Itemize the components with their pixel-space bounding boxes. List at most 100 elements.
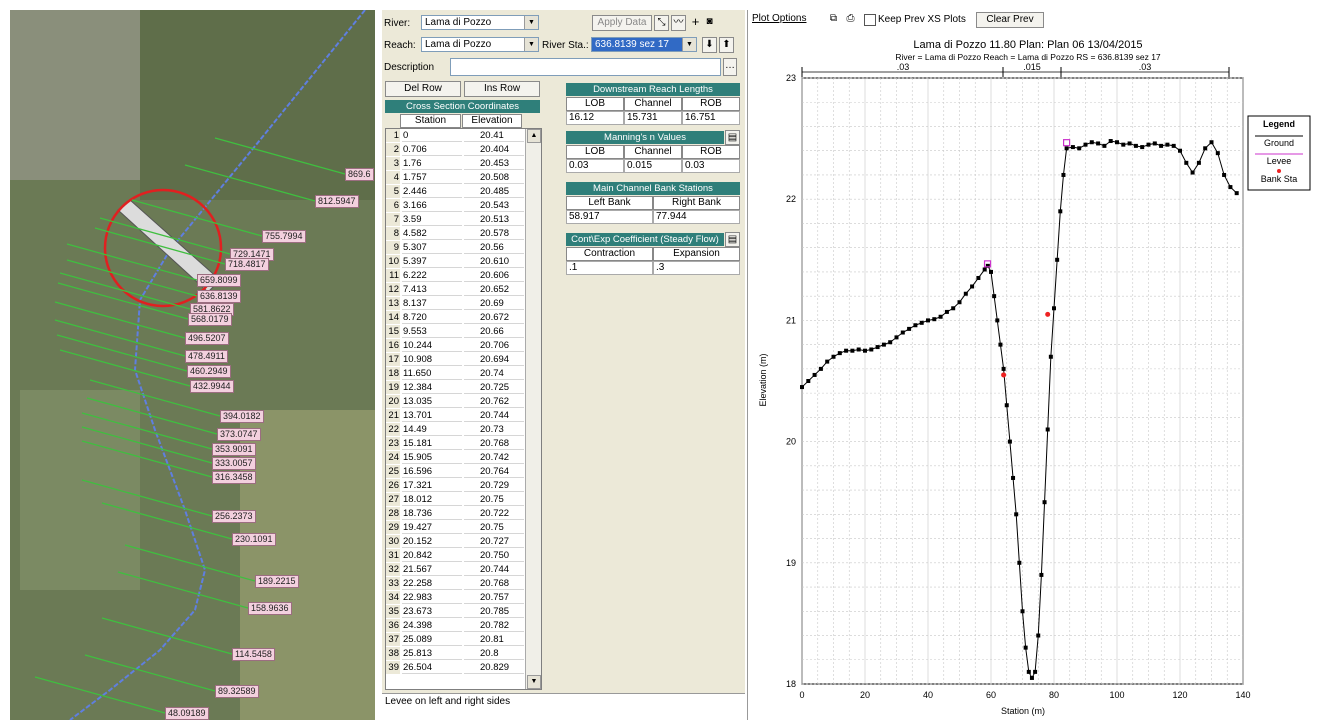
table-row[interactable]: 1 0 20.41 xyxy=(386,129,541,142)
station-cell[interactable]: 20.842 xyxy=(402,549,462,562)
station-cell[interactable]: 0 xyxy=(402,129,462,142)
elevation-cell[interactable]: 20.69 xyxy=(464,297,524,310)
elevation-cell[interactable]: 20.543 xyxy=(464,199,524,212)
station-cell[interactable]: 10.244 xyxy=(402,339,462,352)
elevation-cell[interactable]: 20.706 xyxy=(464,339,524,352)
table-row[interactable]: 30 20.152 20.727 xyxy=(386,535,541,548)
manning-options-icon[interactable]: ▤ xyxy=(725,130,740,145)
station-cell[interactable]: 21.567 xyxy=(402,563,462,576)
apply-data-button[interactable]: Apply Data xyxy=(592,15,652,31)
table-row[interactable]: 4 1.757 20.508 xyxy=(386,171,541,184)
station-cell[interactable]: 24.398 xyxy=(402,619,462,632)
station-cell[interactable]: 20.152 xyxy=(402,535,462,548)
elevation-cell[interactable]: 20.75 xyxy=(464,521,524,534)
map-station-label[interactable]: 755.7994 xyxy=(262,230,306,243)
elevation-cell[interactable]: 20.785 xyxy=(464,605,524,618)
table-row[interactable]: 39 26.504 20.829 xyxy=(386,661,541,674)
station-cell[interactable]: 4.582 xyxy=(402,227,462,240)
station-cell[interactable]: 15.905 xyxy=(402,451,462,464)
table-row[interactable]: 6 3.166 20.543 xyxy=(386,199,541,212)
map-station-label[interactable]: 636.8139 xyxy=(197,290,241,303)
station-cell[interactable]: 9.553 xyxy=(402,325,462,338)
station-cell[interactable]: 8.137 xyxy=(402,297,462,310)
table-row[interactable]: 26 17.321 20.729 xyxy=(386,479,541,492)
map-station-label[interactable]: 353.9091 xyxy=(212,443,256,456)
map-station-label[interactable]: 394.0182 xyxy=(220,410,264,423)
map-station-label[interactable]: 158.9636 xyxy=(248,602,292,615)
elevation-cell[interactable]: 20.56 xyxy=(464,241,524,254)
table-row[interactable]: 16 10.244 20.706 xyxy=(386,339,541,352)
station-cell[interactable]: 15.181 xyxy=(402,437,462,450)
station-cell[interactable]: 19.427 xyxy=(402,521,462,534)
table-row[interactable]: 23 15.181 20.768 xyxy=(386,437,541,450)
map-station-label[interactable]: 812.5947 xyxy=(315,195,359,208)
table-row[interactable]: 25 16.596 20.764 xyxy=(386,465,541,478)
elevation-cell[interactable]: 20.81 xyxy=(464,633,524,646)
elevation-cell[interactable]: 20.66 xyxy=(464,325,524,338)
station-cell[interactable]: 5.397 xyxy=(402,255,462,268)
elevation-cell[interactable]: 20.485 xyxy=(464,185,524,198)
ins-row-button[interactable]: Ins Row xyxy=(464,81,540,97)
n-channel-input[interactable]: 0.015 xyxy=(624,159,682,173)
elevation-cell[interactable]: 20.694 xyxy=(464,353,524,366)
map-station-label[interactable]: 256.2373 xyxy=(212,510,256,523)
table-row[interactable]: 21 13.701 20.744 xyxy=(386,409,541,422)
del-row-button[interactable]: Del Row xyxy=(385,81,461,97)
ds-lob-input[interactable]: 16.12 xyxy=(566,111,624,125)
map-station-label[interactable]: 89.32589 xyxy=(215,685,259,698)
ds-rob-input[interactable]: 16.751 xyxy=(682,111,740,125)
elevation-cell[interactable]: 20.606 xyxy=(464,269,524,282)
table-row[interactable]: 22 14.49 20.73 xyxy=(386,423,541,436)
elevation-cell[interactable]: 20.722 xyxy=(464,507,524,520)
table-row[interactable]: 28 18.736 20.722 xyxy=(386,507,541,520)
expansion-input[interactable]: .3 xyxy=(653,261,740,275)
scroll-down-icon[interactable]: ▼ xyxy=(527,675,541,689)
table-row[interactable]: 10 5.397 20.610 xyxy=(386,255,541,268)
map-station-label[interactable]: 189.2215 xyxy=(255,575,299,588)
description-input[interactable] xyxy=(450,58,721,76)
map-station-label[interactable]: 869.6 xyxy=(345,168,374,181)
map-station-label[interactable]: 230.1091 xyxy=(232,533,276,546)
station-cell[interactable]: 2.446 xyxy=(402,185,462,198)
elevation-cell[interactable]: 20.762 xyxy=(464,395,524,408)
map-station-label[interactable]: 316.3458 xyxy=(212,471,256,484)
station-cell[interactable]: 13.701 xyxy=(402,409,462,422)
elevation-cell[interactable]: 20.750 xyxy=(464,549,524,562)
elevation-cell[interactable]: 20.725 xyxy=(464,381,524,394)
map-station-label[interactable]: 478.4911 xyxy=(185,350,228,363)
map-station-label[interactable]: 114.5458 xyxy=(232,648,275,661)
elevation-cell[interactable]: 20.508 xyxy=(464,171,524,184)
table-row[interactable]: 35 23.673 20.785 xyxy=(386,605,541,618)
print-icon[interactable]: ⎙ xyxy=(843,12,858,28)
elevation-cell[interactable]: 20.404 xyxy=(464,143,524,156)
map-station-label[interactable]: 373.0747 xyxy=(217,428,261,441)
elevation-cell[interactable]: 20.727 xyxy=(464,535,524,548)
station-cell[interactable]: 11.650 xyxy=(402,367,462,380)
river-sta-select[interactable]: 636.8139 sez 17 ▼ xyxy=(591,37,697,52)
table-row[interactable]: 33 22.258 20.768 xyxy=(386,577,541,590)
map-station-label[interactable]: 333.0057 xyxy=(212,457,256,470)
table-row[interactable]: 24 15.905 20.742 xyxy=(386,451,541,464)
table-row[interactable]: 34 22.983 20.757 xyxy=(386,591,541,604)
plot-options-link[interactable]: Plot Options xyxy=(752,13,806,24)
map-station-label[interactable]: 460.2949 xyxy=(187,365,231,378)
table-row[interactable]: 3 1.76 20.453 xyxy=(386,157,541,170)
table-row[interactable]: 27 18.012 20.75 xyxy=(386,493,541,506)
elevation-cell[interactable]: 20.744 xyxy=(464,409,524,422)
map-station-label[interactable]: 48.09189 xyxy=(165,707,209,720)
table-row[interactable]: 2 0.706 20.404 xyxy=(386,143,541,156)
elevation-cell[interactable]: 20.729 xyxy=(464,479,524,492)
table-row[interactable]: 15 9.553 20.66 xyxy=(386,325,541,338)
table-row[interactable]: 17 10.908 20.694 xyxy=(386,353,541,366)
table-row[interactable]: 37 25.089 20.81 xyxy=(386,633,541,646)
table-row[interactable]: 7 3.59 20.513 xyxy=(386,213,541,226)
station-cell[interactable]: 22.258 xyxy=(402,577,462,590)
station-cell[interactable]: 12.384 xyxy=(402,381,462,394)
station-cell[interactable]: 17.321 xyxy=(402,479,462,492)
xs-coordinates-table[interactable]: 1 0 20.41 2 0.706 20.404 3 1.76 20.453 4 1.757 20.5… xyxy=(385,128,542,690)
station-cell[interactable]: 23.673 xyxy=(402,605,462,618)
station-cell[interactable]: 22.983 xyxy=(402,591,462,604)
elevation-cell[interactable]: 20.513 xyxy=(464,213,524,226)
station-cell[interactable]: 1.76 xyxy=(402,157,462,170)
station-cell[interactable]: 26.504 xyxy=(402,661,462,674)
